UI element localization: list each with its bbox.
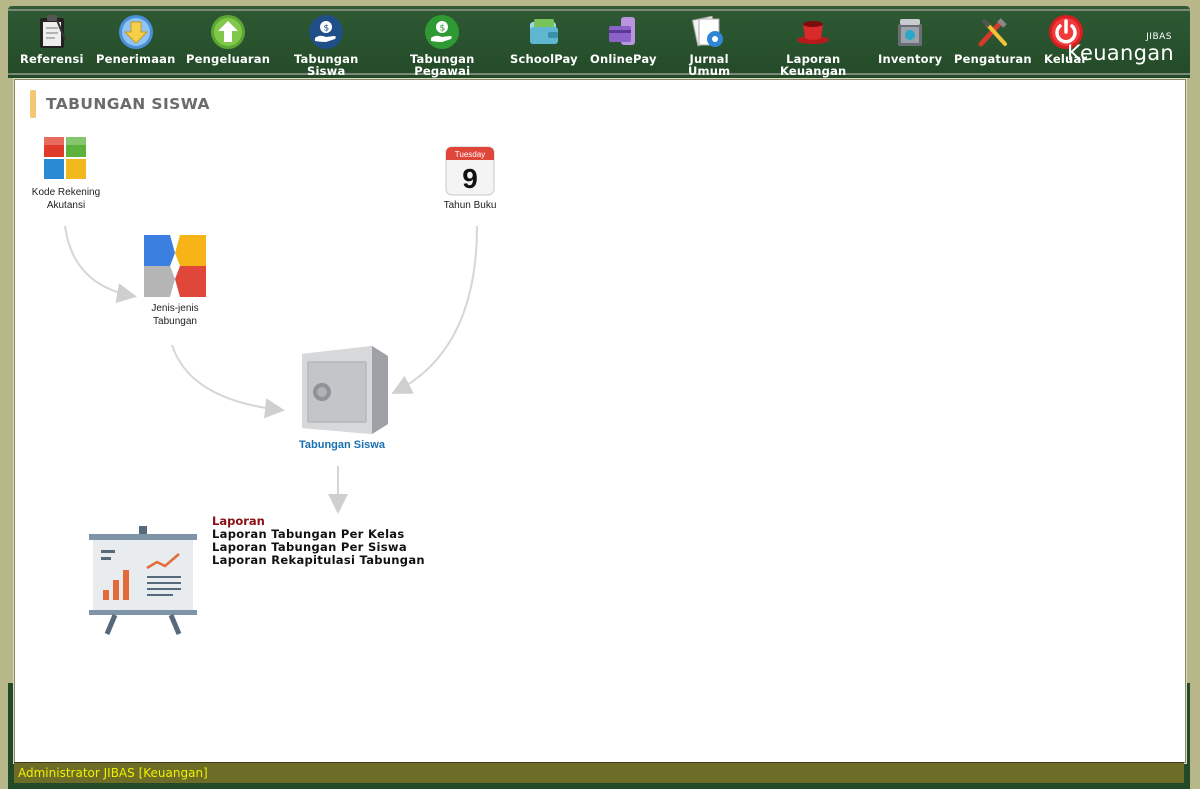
nav-item-jurnal-umum[interactable]: Jurnal Umum <box>688 14 730 77</box>
top-nav-bar: Referensi Penerimaan Pengeluaran $ Tabun… <box>8 6 1190 78</box>
node-jenis-tabungan[interactable]: Jenis-jenis Tabungan <box>139 233 211 328</box>
safe-icon <box>302 346 388 434</box>
tools-icon <box>975 14 1011 50</box>
svg-text:$: $ <box>440 24 446 34</box>
node-tabungan-siswa[interactable]: Tabungan Siswa <box>287 344 397 452</box>
nav-label: Laporan Keuangan <box>780 52 847 78</box>
clipboard-icon <box>34 14 70 50</box>
nav-label: Jurnal Umum <box>688 52 731 78</box>
presentation-chart-icon <box>89 526 197 635</box>
colored-blocks-icon <box>144 235 206 297</box>
calendar-date: 9 <box>462 163 478 194</box>
node-kode-rekening[interactable]: Kode Rekening Akutansi <box>31 137 101 212</box>
node-label-tabungan-siswa: Tabungan Siswa <box>299 439 385 451</box>
arrow-kode-to-jenis <box>64 225 137 303</box>
hand-money-blue-icon: $ <box>308 14 344 50</box>
nav-item-schoolpay[interactable]: SchoolPay <box>510 14 578 65</box>
brand-big: Keuangan <box>1066 41 1174 65</box>
hand-money-green-icon: $ <box>424 14 460 50</box>
nav-item-laporan-keuangan[interactable]: Laporan Keuangan <box>780 14 846 77</box>
arrow-jenis-to-tabungan <box>171 344 285 419</box>
calendar-day: Tuesday <box>455 150 485 159</box>
nav-item-inventory[interactable]: Inventory <box>878 14 942 65</box>
node-tahun-buku[interactable]: Tuesday 9 Tahun Buku <box>437 146 503 212</box>
status-user: Administrator JIBAS [Keuangan] <box>18 766 208 780</box>
nav-item-tabungan-pegawai[interactable]: $ Tabungan Pegawai <box>410 14 475 77</box>
wallet-icon <box>526 14 562 50</box>
node-label-jenis-tabungan: Jenis-jenis Tabungan <box>151 303 199 327</box>
nav-item-tabungan-siswa[interactable]: $ Tabungan Siswa <box>294 14 359 77</box>
nav-label: SchoolPay <box>510 52 578 66</box>
windows-tiles-icon <box>44 137 86 179</box>
report-board <box>87 526 199 636</box>
nav-item-pengaturan[interactable]: Pengaturan <box>954 14 1032 65</box>
arrow-down-circle-icon <box>118 14 154 50</box>
nav-rule-top <box>8 9 1190 11</box>
nav-label: Pengeluaran <box>186 52 271 66</box>
svg-text:$: $ <box>324 24 330 34</box>
journal-gear-icon <box>691 14 727 50</box>
node-label-tahun-buku: Tahun Buku <box>443 200 497 211</box>
arrow-tahun-to-tabungan <box>391 225 478 394</box>
nav-item-penerimaan[interactable]: Penerimaan <box>96 14 176 65</box>
nav-rule-bottom <box>8 73 1190 75</box>
arrow-up-circle-icon <box>210 14 246 50</box>
nav-label: Inventory <box>878 52 943 66</box>
nav-item-onlinepay[interactable]: OnlinePay <box>590 14 657 65</box>
nav-label: Tabungan Pegawai <box>410 52 475 78</box>
nav-label: Pengaturan <box>954 52 1032 66</box>
inventory-box-icon <box>892 14 928 50</box>
status-bar: Administrator JIBAS [Keuangan] <box>14 762 1184 783</box>
nav-item-pengeluaran[interactable]: Pengeluaran <box>186 14 270 65</box>
nav-label: Penerimaan <box>96 52 176 66</box>
nav-label: OnlinePay <box>590 52 657 66</box>
report-link-rekapitulasi[interactable]: Laporan Rekapitulasi Tabungan <box>212 554 425 567</box>
main-panel: TABUNGAN SISWA Kode Rekening Akutansi Je <box>14 79 1186 763</box>
node-label-kode-rekening: Kode Rekening Akutansi <box>31 187 101 211</box>
flow-arrows <box>64 225 478 514</box>
nav-label: Tabungan Siswa <box>294 52 359 78</box>
card-phone-icon <box>605 14 641 50</box>
nav-label: Referensi <box>20 52 84 66</box>
reports-list: Laporan Laporan Tabungan Per Kelas Lapor… <box>212 515 425 567</box>
nav-item-referensi[interactable]: Referensi <box>20 14 84 65</box>
calendar-icon: Tuesday 9 <box>445 146 495 196</box>
red-cup-icon <box>795 14 831 50</box>
